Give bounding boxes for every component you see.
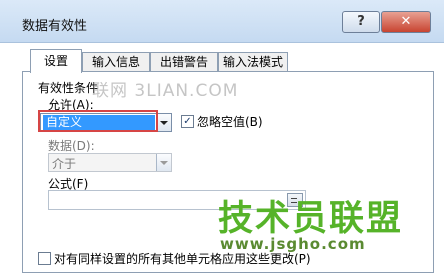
help-button[interactable]: ? — [342, 11, 380, 33]
watermark-brand: 技术员联盟 — [218, 199, 404, 239]
chevron-down-icon[interactable] — [156, 154, 171, 171]
close-button[interactable]: ✕ — [381, 11, 431, 33]
tab-ime-mode[interactable]: 输入法模式 — [218, 52, 288, 72]
highlight-box — [38, 110, 158, 132]
tab-strip: 设置 输入信息 出错警告 输入法模式 — [0, 42, 444, 73]
tab-input-message[interactable]: 输入信息 — [82, 52, 150, 72]
tab-error-alert[interactable]: 出错警告 — [150, 52, 218, 72]
watermark-3lian: 联网 3LIAN.COM — [92, 81, 239, 101]
data-selected-value: 介于 — [52, 157, 77, 171]
data-dropdown[interactable]: 介于 — [48, 153, 172, 172]
chevron-down-icon[interactable] — [156, 114, 171, 131]
watermark-url: www.jsgho.com — [220, 235, 366, 253]
section-title: 有效性条件 — [38, 81, 99, 95]
data-label: 数据(D): — [48, 139, 95, 153]
dialog-titlebar: 数据有效性 ? ✕ — [0, 0, 444, 43]
ignore-blank-checkbox[interactable]: ✓ — [181, 115, 194, 128]
ignore-blank-label: 忽略空值(B) — [197, 115, 263, 129]
tab-settings[interactable]: 设置 — [30, 49, 82, 73]
dialog-title: 数据有效性 — [22, 19, 88, 34]
apply-all-checkbox[interactable] — [38, 252, 51, 265]
